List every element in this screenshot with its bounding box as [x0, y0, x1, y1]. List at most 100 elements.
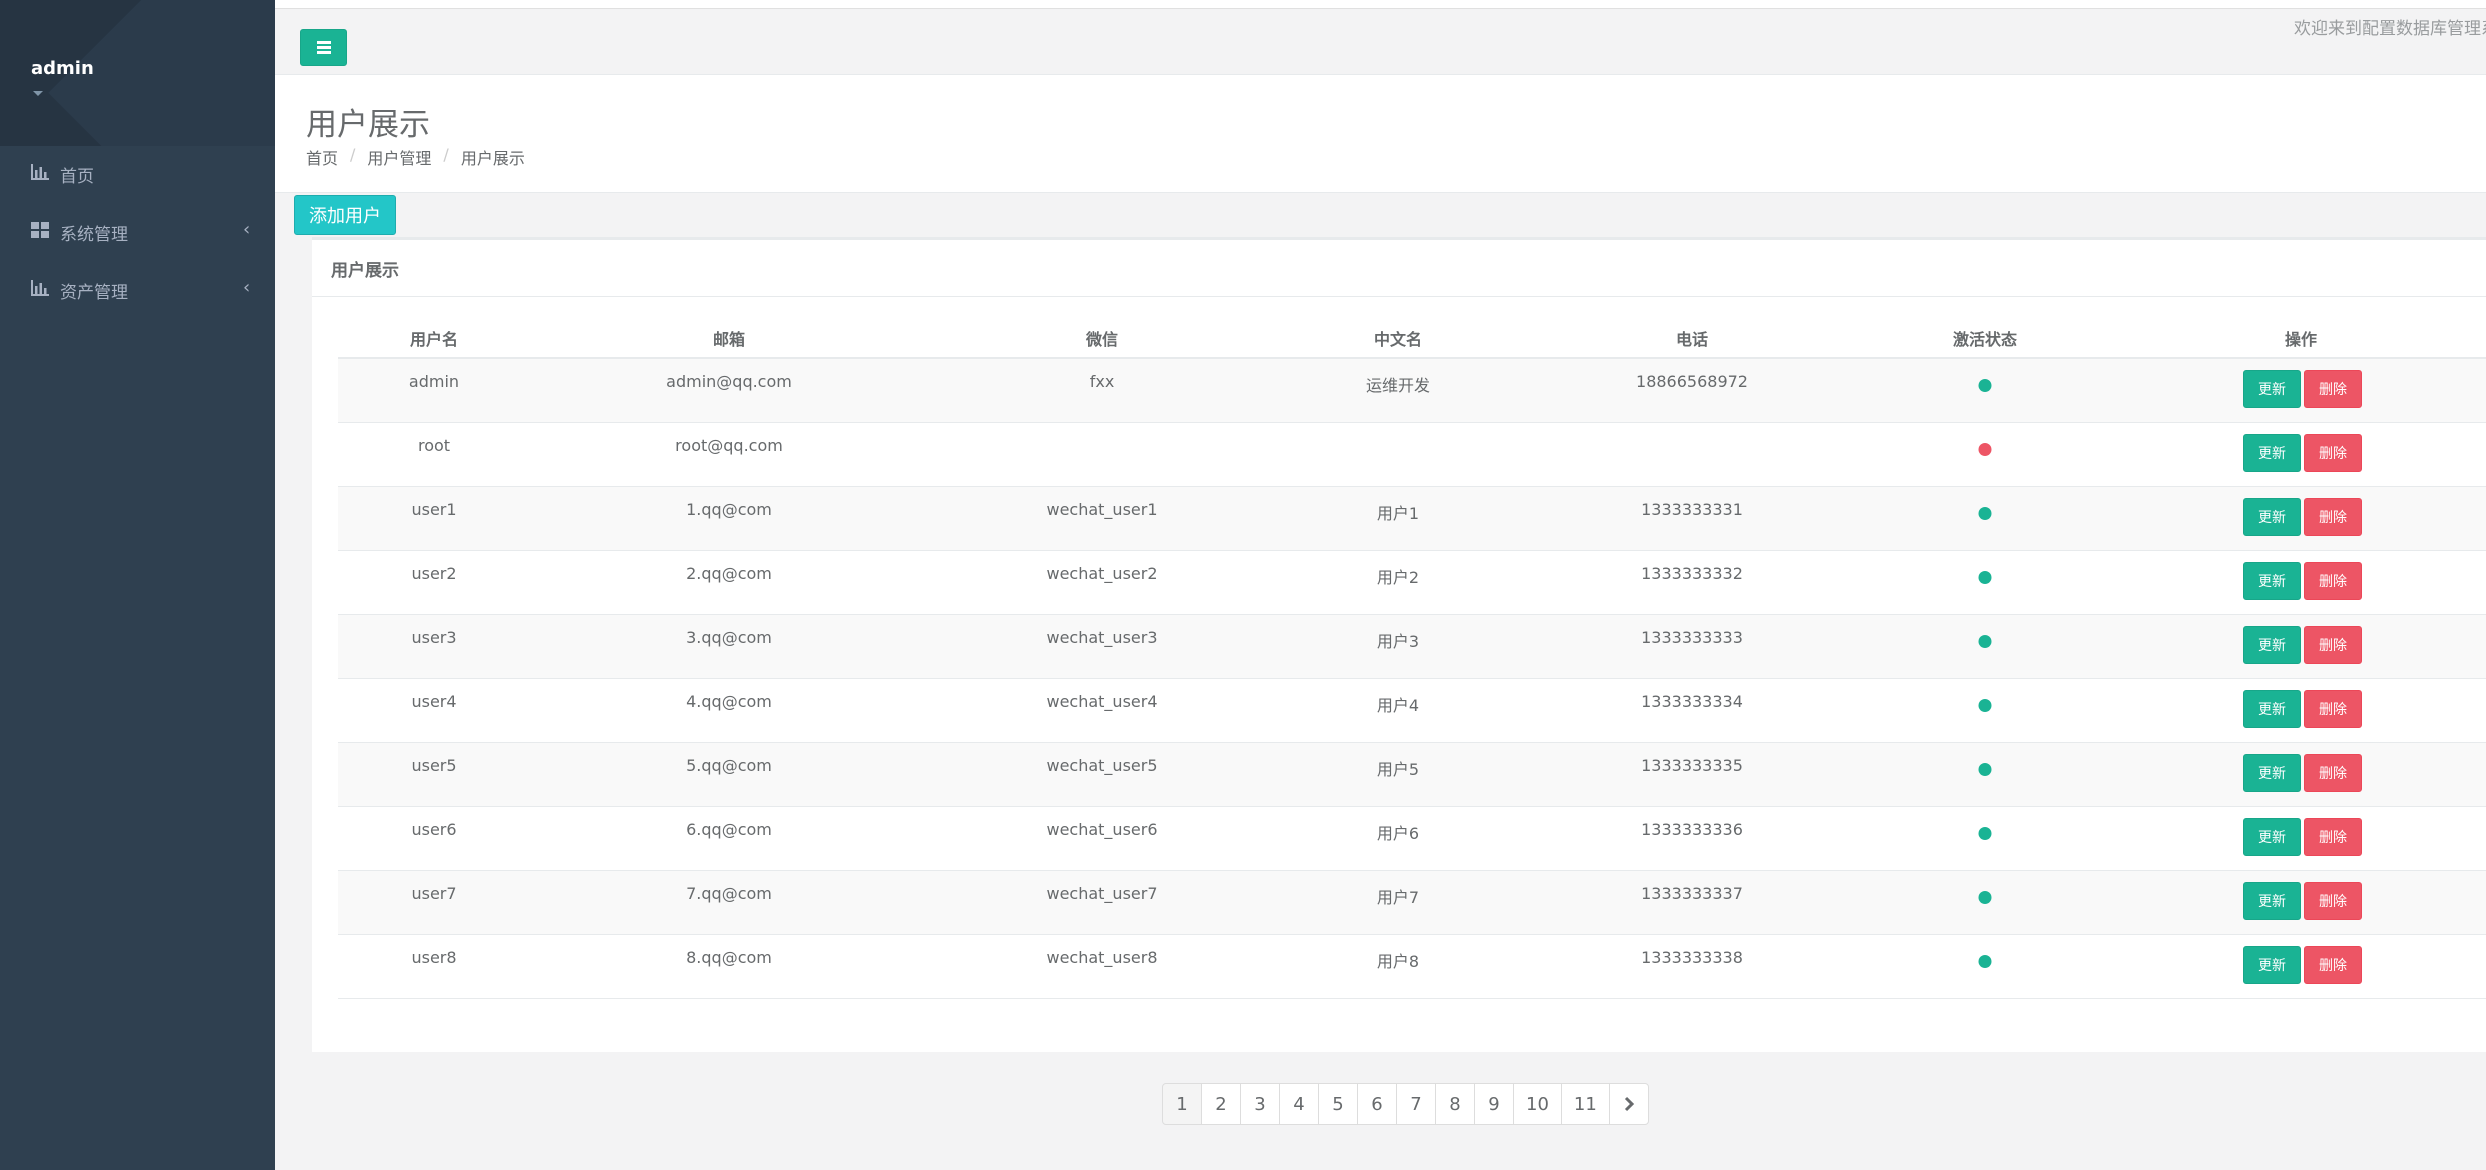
cell-cn-name: 用户5 [1376, 760, 1420, 779]
pagination: 1 2 3 4 5 6 7 8 9 10 11 [1162, 1083, 1649, 1125]
breadcrumb-user-mgmt[interactable]: 用户管理 [367, 145, 431, 169]
page-2-button[interactable]: 2 [1201, 1083, 1241, 1125]
cell-wechat: fxx [1089, 372, 1115, 391]
card-title: 用户展示 [331, 261, 399, 281]
sidebar-item-assets[interactable]: 资产管理 ‹ [0, 260, 275, 318]
status-active-dot [1978, 955, 1992, 968]
update-button[interactable]: 更新 [2243, 434, 2301, 472]
update-button[interactable]: 更新 [2243, 626, 2301, 664]
cell-username: user1 [411, 500, 457, 519]
delete-button[interactable]: 删除 [2304, 434, 2362, 472]
delete-button[interactable]: 删除 [2304, 818, 2362, 856]
breadcrumb: 首页 / 用户管理 / 用户展示 [306, 145, 525, 169]
cell-username: user7 [411, 884, 457, 903]
cell-email: root@qq.com [675, 436, 783, 455]
column-header-active[interactable]: 激活状态 [1953, 326, 2017, 350]
page-6-button[interactable]: 6 [1357, 1083, 1397, 1125]
cell-cn-name: 用户3 [1376, 632, 1420, 651]
delete-button[interactable]: 删除 [2304, 690, 2362, 728]
cell-username: admin [408, 372, 460, 391]
column-header-email[interactable]: 邮箱 [713, 326, 745, 350]
table-row: user5 5.qq@com wechat_user5 用户5 1333333335 更新… [338, 743, 2486, 807]
cell-email: 7.qq@com [686, 884, 772, 903]
cell-wechat: wechat_user3 [1046, 628, 1158, 647]
update-button[interactable]: 更新 [2243, 370, 2301, 408]
cell-cn-name: 用户1 [1376, 504, 1420, 523]
table-row: admin admin@qq.com fxx 运维开发 18866568972 更新 删除 [338, 359, 2486, 423]
delete-button[interactable]: 删除 [2304, 754, 2362, 792]
cell-wechat: wechat_user2 [1046, 564, 1158, 583]
cell-username: user4 [411, 692, 457, 711]
table-row: user4 4.qq@com wechat_user4 用户4 1333333334 更新… [338, 679, 2486, 743]
cell-wechat: wechat_user4 [1046, 692, 1158, 711]
column-header-cn-name[interactable]: 中文名 [1374, 326, 1422, 350]
page-title: 用户展示 [306, 107, 430, 143]
next-page-button[interactable] [1608, 1083, 1649, 1125]
cell-username: user3 [411, 628, 457, 647]
update-button[interactable]: 更新 [2243, 498, 2301, 536]
cell-wechat: wechat_user6 [1046, 820, 1158, 839]
cell-phone: 1333333331 [1641, 500, 1743, 519]
page-10-button[interactable]: 10 [1513, 1083, 1562, 1125]
cell-username: root [417, 436, 451, 455]
menu-toggle-button[interactable] [300, 29, 347, 66]
update-button[interactable]: 更新 [2243, 754, 2301, 792]
column-header-username[interactable]: 用户名 [410, 326, 458, 350]
cell-phone: 1333333337 [1641, 884, 1743, 903]
welcome-message: 欢迎来到配置数据库管理系 [2294, 19, 2486, 39]
bar-chart-icon [31, 280, 49, 296]
delete-button[interactable]: 删除 [2304, 562, 2362, 600]
delete-button[interactable]: 删除 [2304, 370, 2362, 408]
cell-email: 4.qq@com [686, 692, 772, 711]
sidebar-item-label: 系统管理 [60, 225, 128, 245]
status-active-dot [1978, 763, 1992, 776]
chevron-left-icon: ‹ [243, 277, 251, 298]
page-5-button[interactable]: 5 [1318, 1083, 1358, 1125]
breadcrumb-home[interactable]: 首页 [306, 145, 338, 169]
page-8-button[interactable]: 8 [1435, 1083, 1475, 1125]
cell-wechat: wechat_user8 [1046, 948, 1158, 967]
add-user-button[interactable]: 添加用户 [294, 195, 396, 235]
cell-cn-name: 用户6 [1376, 824, 1420, 843]
delete-button[interactable]: 删除 [2304, 882, 2362, 920]
update-button[interactable]: 更新 [2243, 562, 2301, 600]
hamburger-icon [317, 51, 331, 54]
cell-wechat: wechat_user5 [1046, 756, 1158, 775]
sidebar-item-home[interactable]: 首页 [0, 144, 275, 202]
cell-phone: 18866568972 [1636, 372, 1748, 391]
caret-down-icon[interactable] [33, 91, 43, 96]
profile-username[interactable]: admin [31, 58, 94, 79]
card-title-bar [312, 237, 2486, 297]
top-navbar [275, 9, 2486, 75]
cell-username: user2 [411, 564, 457, 583]
delete-button[interactable]: 删除 [2304, 946, 2362, 984]
cell-email: 8.qq@com [686, 948, 772, 967]
cell-username: user6 [411, 820, 457, 839]
cell-cn-name: 用户4 [1376, 696, 1420, 715]
status-active-dot [1978, 827, 1992, 840]
status-active-dot [1978, 571, 1992, 584]
cell-phone: 1333333334 [1641, 692, 1743, 711]
cell-email: 6.qq@com [686, 820, 772, 839]
update-button[interactable]: 更新 [2243, 818, 2301, 856]
column-header-wechat[interactable]: 微信 [1086, 326, 1118, 350]
page-1-button[interactable]: 1 [1162, 1083, 1202, 1125]
column-header-actions: 操作 [2284, 330, 2318, 349]
update-button[interactable]: 更新 [2243, 946, 2301, 984]
page-7-button[interactable]: 7 [1396, 1083, 1436, 1125]
update-button[interactable]: 更新 [2243, 882, 2301, 920]
page-3-button[interactable]: 3 [1240, 1083, 1280, 1125]
page-4-button[interactable]: 4 [1279, 1083, 1319, 1125]
column-header-phone[interactable]: 电话 [1676, 326, 1708, 350]
cell-email: 1.qq@com [686, 500, 772, 519]
sidebar-item-system[interactable]: 系统管理 ‹ [0, 202, 275, 260]
delete-button[interactable]: 删除 [2304, 498, 2362, 536]
page-9-button[interactable]: 9 [1474, 1083, 1514, 1125]
page-11-button[interactable]: 11 [1560, 1083, 1610, 1125]
cell-wechat: wechat_user7 [1046, 884, 1158, 903]
update-button[interactable]: 更新 [2243, 690, 2301, 728]
delete-button[interactable]: 删除 [2304, 626, 2362, 664]
sidebar-item-label: 资产管理 [60, 283, 128, 303]
cell-cn-name: 用户7 [1376, 888, 1420, 907]
table-row: user2 2.qq@com wechat_user2 用户2 1333333332 更新… [338, 551, 2486, 615]
